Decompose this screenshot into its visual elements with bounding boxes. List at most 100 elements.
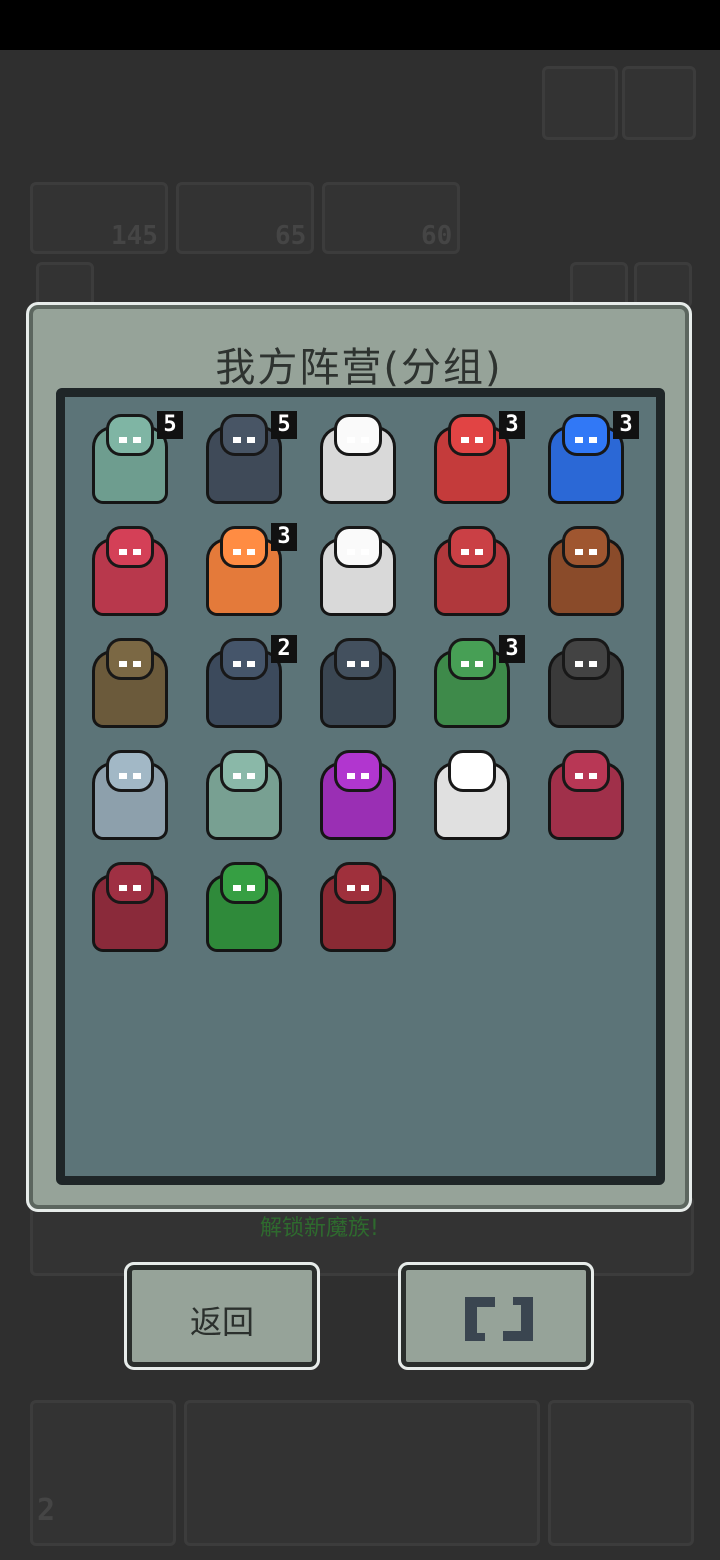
unit-sprite-head [223,417,265,453]
unit-eye [575,549,583,555]
unit-sprite-head [337,529,379,565]
unit-orange-fish-mage[interactable]: 3 [195,523,297,625]
unit-eye [347,437,355,443]
unit-level-badge: 3 [271,523,297,551]
bottom-slot-1: 2 [30,1400,176,1546]
unit-eye [233,437,241,443]
unit-eye [589,773,597,779]
unit-sprite-head [109,865,151,901]
unit-mimic-chest[interactable] [537,637,633,737]
unit-eye [233,661,241,667]
resource-count-3: 60 [421,221,453,251]
unit-gray-stone-giant[interactable] [81,749,177,849]
swap-button[interactable] [398,1262,594,1370]
unit-sprite-head [337,865,379,901]
panel-title: 我方阵营(分组) [215,345,503,391]
resource-count-2: 65 [275,221,307,251]
unit-eye [119,773,127,779]
unit-sprite-head [565,753,607,789]
top-button-2 [622,66,696,140]
unit-eye [361,437,369,443]
unit-eye [133,885,141,891]
unit-eye [247,661,255,667]
unit-eye [247,773,255,779]
unit-sprite-head [109,417,151,453]
unit-eye [589,437,597,443]
unit-eye [247,885,255,891]
unit-eye [347,885,355,891]
unit-sprite-head [223,865,265,901]
unit-eye [475,661,483,667]
unit-green-minotaur[interactable]: 3 [423,635,525,737]
unit-rock-beast[interactable] [81,637,177,737]
unit-skull-warlord[interactable] [423,525,519,625]
resource-count-1: 145 [111,221,158,251]
unit-eye [589,549,597,555]
unit-blonde-knight[interactable] [309,413,405,513]
unit-eye [475,437,483,443]
unit-sprite-head [451,529,493,565]
unit-eye [233,773,241,779]
unit-lava-rock-golem[interactable] [537,525,633,625]
unit-eye [475,773,483,779]
unit-green-dark-beast[interactable] [195,861,291,961]
unit-sprite-head [109,529,151,565]
unit-sprite-head [451,753,493,789]
unit-green-lizardman[interactable]: 5 [81,411,183,513]
my-camp-panel: 我方阵营(分组) 5 5 3 3 3 2 3 [26,302,692,1212]
unit-pale-lizard[interactable] [195,749,291,849]
unit-level-badge: 3 [499,635,525,663]
unit-eye [361,773,369,779]
unlock-message: 解锁新魔族! [260,1216,379,1241]
unit-crimson-bat[interactable] [537,749,633,849]
resource-slot-2: 65 [176,182,314,254]
unit-sprite-head [223,641,265,677]
unit-eye [133,773,141,779]
unit-eye [233,549,241,555]
unit-sprite-head [565,417,607,453]
unit-eye [247,437,255,443]
unit-eye [119,885,127,891]
unit-red-hood-girl[interactable]: 3 [423,411,525,513]
bottom-slot-2 [184,1400,540,1546]
unit-eye [133,661,141,667]
back-button[interactable]: 返回 [124,1262,320,1370]
unit-sprite-head [337,753,379,789]
unit-eye [575,773,583,779]
unit-level-badge: 2 [271,635,297,663]
unit-dark-whale[interactable]: 5 [195,411,297,513]
unit-eye [589,661,597,667]
unit-level-badge: 5 [157,411,183,439]
unit-sprite-head [451,417,493,453]
unit-sprite-head [109,641,151,677]
bottom-count: 2 [37,1493,56,1528]
back-button-label: 返回 [189,1303,254,1341]
unit-grid: 5 5 3 3 3 2 3 [56,388,665,1185]
unit-white-haired-vampire[interactable] [309,525,405,625]
unit-red-triple-demon[interactable] [309,861,405,961]
resource-slot-1: 145 [30,182,168,254]
unit-sprite-head [451,641,493,677]
unit-eye [461,549,469,555]
unit-eye [461,437,469,443]
unit-eye [347,773,355,779]
unit-eye [361,549,369,555]
unit-shadow-gargoyle[interactable]: 2 [195,635,297,737]
unit-red-horned-demon[interactable] [81,525,177,625]
unit-eye [347,661,355,667]
unit-eye [233,885,241,891]
unit-level-badge: 3 [613,411,639,439]
unit-blue-cube-golem[interactable]: 3 [537,411,639,513]
unit-eye [575,437,583,443]
unit-purple-dragon[interactable] [309,749,405,849]
unit-sprite-head [223,529,265,565]
bottom-slot-3 [548,1400,694,1546]
unit-spiked-tentacle-beast[interactable] [309,637,405,737]
unit-eye [133,549,141,555]
unit-eye [119,661,127,667]
unit-red-hooded-wizard[interactable] [81,861,177,961]
unit-eye [461,661,469,667]
unit-eye [361,885,369,891]
unit-eye [475,549,483,555]
unit-white-ape[interactable] [423,749,519,849]
